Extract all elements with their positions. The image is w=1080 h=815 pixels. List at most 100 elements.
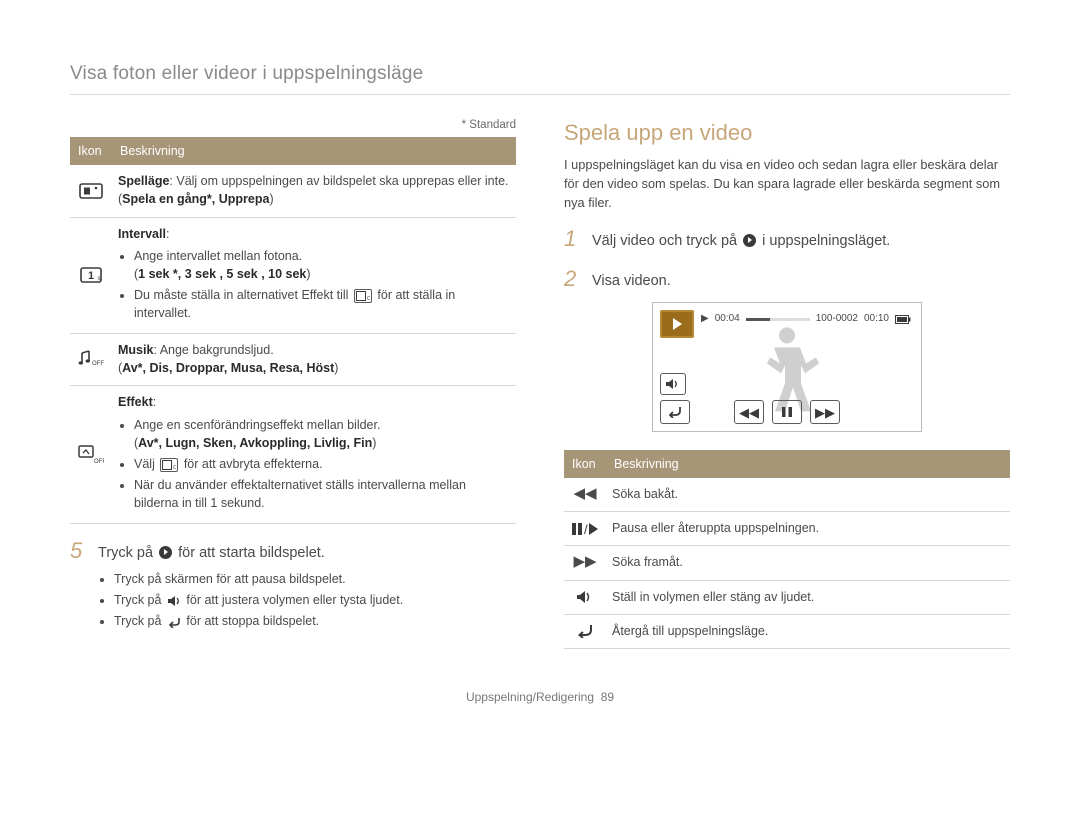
speaker-icon [564,580,606,614]
two-column-layout: * Standard Ikon Beskrivning [70,117,1010,649]
label: Effekt [118,395,153,409]
text-a: Välj [134,457,158,471]
text-b: för att avbryta effekterna. [184,457,323,471]
text-a: Tryck på [114,593,165,607]
table-row: Spelläge: Välj om uppspelningen av bilds… [70,165,516,217]
desc: Återgå till uppspelningsläge. [606,614,1010,648]
left-column: * Standard Ikon Beskrivning [70,117,516,649]
col-header-icon: Ikon [564,450,606,478]
desc: Söka bakåt. [606,478,1010,512]
text-a: Välj video och tryck på [592,233,741,249]
intro-text: I uppspelningsläget kan du visa en video… [564,156,1010,212]
opts: Av*, Lugn, Sken, Avkoppling, Livlig, Fin [138,436,372,450]
col-header-icon: Ikon [70,137,112,165]
col-header-desc: Beskrivning [112,137,516,165]
step-2: 2 Visa videon. [564,268,1010,292]
effect-off-icon: OFF [354,289,372,303]
section-heading: Spela upp en video [564,117,1010,149]
step5-sub-bullets: Tryck på skärmen för att pausa bildspele… [100,570,516,630]
step-number: 2 [564,268,582,290]
playmode-desc: Spelläge: Välj om uppspelningen av bilds… [112,165,516,217]
pause-button[interactable] [772,400,802,424]
footer-label: Uppspelning/Redigering [466,690,594,704]
svg-text:s: s [98,276,101,282]
svg-text:OFF: OFF [94,459,104,465]
music-icon: OFF [70,334,112,386]
rewind-button[interactable]: ◀◀ [734,400,764,424]
col-header-desc: Beskrivning [606,450,1010,478]
page-footer: Uppspelning/Redigering 89 [70,689,1010,706]
playmode-icon [70,165,112,217]
bullet: Välj OFF för att avbryta effekterna. [134,455,510,473]
table-row: Återgå till uppspelningsläge. [564,614,1010,648]
table-row: OFF Musik: Ange bakgrundsljud. (Av*, Dis… [70,334,516,386]
text-b: i uppspelningsläget. [762,233,890,249]
forward-button[interactable]: ▶▶ [810,400,840,424]
step-5: 5 Tryck på för att starta bildspelet. [70,540,516,564]
playback-controls: ◀◀ ▶▶ [660,400,914,424]
list-item: Tryck på för att justera volymen eller t… [114,591,516,609]
table-row: / Pausa eller återuppta uppspelningen. [564,512,1010,546]
bullet: Du måste ställa in alternativet Effekt t… [134,286,510,322]
progress-bar[interactable] [746,318,810,321]
table-row: OFF Effekt: Ange en scenförändringseffek… [70,386,516,524]
svg-text:/: / [584,522,588,536]
list-item: Tryck på skärmen för att pausa bildspele… [114,570,516,588]
table-row: ◀◀ Söka bakåt. [564,478,1010,512]
playhead-triangle-icon: ▶ [701,312,709,327]
table-row: ▶▶ Söka framåt. [564,546,1010,580]
opts: Spela en gång*, Upprepa [122,192,269,206]
text-a: Tryck på [114,614,165,628]
step-1: 1 Välj video och tryck på i uppspelnings… [564,228,1010,252]
step-text: Visa videon. [592,268,671,292]
pause-play-icon: / [564,512,606,546]
text: : Ange bakgrundsljud. [153,343,273,357]
label: Musik [118,343,153,357]
label: Intervall [118,227,166,241]
list-item: Tryck på för att stoppa bildspelet. [114,612,516,630]
page-title: Visa foton eller videor i uppspelningslä… [70,60,1010,95]
video-controls-table: Ikon Beskrivning ◀◀ Söka bakåt. / Pausa … [564,450,1010,649]
text: Ange intervallet mellan fotona. [134,249,302,263]
slideshow-options-table: Ikon Beskrivning Spelläge: Välj om uppsp… [70,137,516,524]
table-row: Ställ in volymen eller stäng av ljudet. [564,580,1010,614]
effect-desc: Effekt: Ange en scenförändringseffekt me… [112,386,516,524]
desc: Pausa eller återuppta uppspelningen. [606,512,1010,546]
bullet: Ange en scenförändringseffekt mellan bil… [134,416,510,452]
file-index: 100-0002 [816,312,858,327]
total-time: 00:10 [864,312,889,327]
standard-footnote: * Standard [70,117,516,134]
text-a: Tryck på [98,545,157,561]
svg-text:1: 1 [88,270,94,282]
effect-off-icon: OFF [160,458,178,472]
opts: Av*, Dis, Droppar, Musa, Resa, Höst [122,361,334,375]
battery-icon [895,315,911,324]
speaker-button[interactable] [660,373,686,395]
step-number: 1 [564,228,582,250]
video-thumbnail-play-icon[interactable] [660,310,694,338]
music-desc: Musik: Ange bakgrundsljud. (Av*, Dis, Dr… [112,334,516,386]
step-text: Tryck på för att starta bildspelet. [98,540,325,564]
text-a: Du måste ställa in alternativet Effekt t… [134,288,352,302]
right-column: Spela upp en video I uppspelningsläget k… [564,117,1010,649]
step-text: Välj video och tryck på i uppspelningslä… [592,228,890,252]
page-number: 89 [601,690,614,704]
return-icon [564,614,606,648]
desc: Ställ in volymen eller stäng av ljudet. [606,580,1010,614]
play-circle-icon [743,234,756,247]
video-preview: ▶ 00:04 100-0002 00:10 [652,302,922,432]
text-b: för att justera volymen eller tysta ljud… [186,593,403,607]
text2: ) [269,192,273,206]
text-b: för att stoppa bildspelet. [186,614,319,628]
speaker-icon [167,595,181,607]
bullet: När du använder effektalternativet ställ… [134,476,510,512]
page: Visa foton eller videor i uppspelningslä… [0,0,1080,726]
interval-icon: 1 s [70,217,112,334]
elapsed-time: 00:04 [715,312,740,327]
bullet: Ange intervallet mellan fotona. (1 sek *… [134,247,510,283]
text: Ange en scenförändringseffekt mellan bil… [134,418,380,432]
rewind-icon: ◀◀ [564,478,606,512]
effect-icon: OFF [70,386,112,524]
svg-text:OFF: OFF [92,361,104,367]
desc: Söka framåt. [606,546,1010,580]
